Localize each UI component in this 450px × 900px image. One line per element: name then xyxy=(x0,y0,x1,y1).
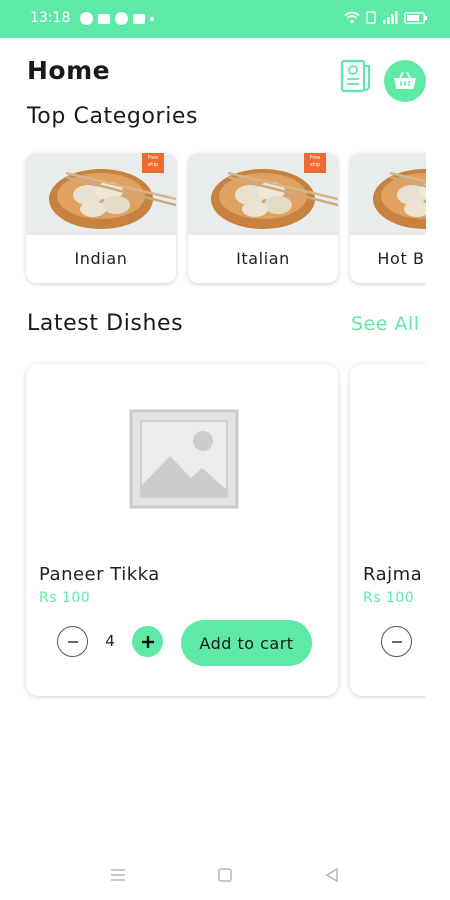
latest-dishes-title: Latest Dishes xyxy=(27,311,184,336)
see-all-link[interactable]: See All xyxy=(351,313,420,335)
increase-quantity-button[interactable] xyxy=(132,626,163,657)
dish-name: Paneer Tikka xyxy=(39,564,160,585)
basket-icon xyxy=(394,71,416,89)
gallery-notification-icon xyxy=(133,13,145,24)
signal-icon xyxy=(383,11,398,24)
battery-icon xyxy=(404,11,427,24)
status-time: 13:18 xyxy=(30,10,71,26)
page-title: Home xyxy=(27,56,111,85)
cart-button[interactable] xyxy=(384,60,426,102)
menu-button[interactable] xyxy=(106,863,130,887)
chat-notification-icon-2 xyxy=(115,12,128,25)
decrease-quantity-button[interactable] xyxy=(381,626,412,657)
category-image: Free ship xyxy=(188,153,338,235)
status-bar: 13:18 xyxy=(0,0,450,38)
home-button[interactable] xyxy=(213,863,237,887)
add-to-cart-button[interactable]: Add to cart xyxy=(181,620,312,666)
chat-notification-icon xyxy=(80,12,93,25)
free-ship-badge-text: Free ship xyxy=(309,155,321,168)
free-ship-badge: Free ship xyxy=(142,153,164,173)
category-list[interactable]: Free ship Indian Free ship Italian Hot B xyxy=(0,150,426,290)
message-notification-icon xyxy=(98,13,110,24)
notification-icons xyxy=(80,12,154,25)
menu-icon xyxy=(111,869,125,881)
category-card-italian[interactable]: Free ship Italian xyxy=(188,153,338,283)
category-card-hot-b[interactable]: Hot B xyxy=(350,153,426,283)
free-ship-badge: Free ship xyxy=(304,153,326,173)
quantity-value: 4 xyxy=(105,632,115,650)
dish-card-rajma[interactable]: Rajma Rs 100 xyxy=(350,364,426,696)
image-placeholder-icon xyxy=(129,409,239,509)
minus-icon xyxy=(67,640,78,643)
category-card-indian[interactable]: Free ship Indian xyxy=(26,153,176,283)
orders-button[interactable] xyxy=(338,58,374,94)
minus-icon xyxy=(391,640,402,643)
system-navigation-bar xyxy=(0,855,450,900)
back-button[interactable] xyxy=(320,863,344,887)
top-categories-title: Top Categories xyxy=(27,104,199,129)
dumpling-plate-image xyxy=(373,169,426,229)
free-ship-badge-text: Free ship xyxy=(147,155,159,168)
wifi-icon xyxy=(344,11,360,24)
category-image xyxy=(350,153,426,235)
dish-price: Rs 100 xyxy=(39,590,91,606)
category-image: Free ship xyxy=(26,153,176,235)
category-label: Hot B xyxy=(377,249,425,268)
dish-price: Rs 100 xyxy=(363,590,415,606)
decrease-quantity-button[interactable] xyxy=(57,626,88,657)
category-label: Indian xyxy=(74,249,128,268)
sim-icon xyxy=(366,11,376,24)
receipt-icon xyxy=(340,59,371,93)
system-icons xyxy=(344,11,428,24)
more-notifications-icon xyxy=(150,16,154,21)
dish-card-paneer-tikka[interactable]: Paneer Tikka Rs 100 4 Add to cart xyxy=(26,364,338,696)
square-home-icon xyxy=(218,868,232,882)
plus-icon xyxy=(141,635,154,648)
back-triangle-icon xyxy=(325,867,338,883)
dish-name: Rajma xyxy=(363,564,423,585)
category-label: Italian xyxy=(236,249,290,268)
dish-list[interactable]: Paneer Tikka Rs 100 4 Add to cart Rajma … xyxy=(0,360,426,705)
